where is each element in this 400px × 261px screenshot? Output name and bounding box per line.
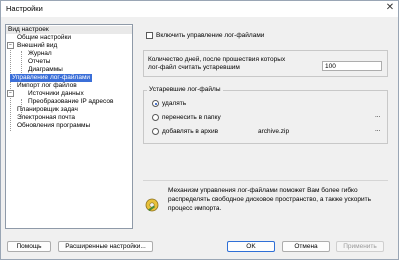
tree-line	[10, 45, 11, 131]
radio-archive-label: добавлять в архив	[162, 128, 219, 135]
radio-move[interactable]	[152, 114, 159, 121]
enable-log-management-checkbox[interactable]	[146, 32, 153, 39]
cancel-button[interactable]: Отмена	[282, 241, 330, 252]
expander-minus-icon[interactable]: −	[7, 42, 14, 49]
tree-item-updates[interactable]: Обновления программы	[15, 122, 92, 130]
archive-browse-button[interactable]: ...	[375, 126, 380, 133]
radio-move-label: перенесить в папку	[162, 114, 221, 121]
enable-log-management-label: Включить управление лог-файлами	[156, 32, 265, 39]
tree-item-reports[interactable]: Отчеты	[26, 58, 52, 66]
tree-item-ip-conversion[interactable]: Преобразование IP адресов	[26, 98, 115, 106]
move-browse-button[interactable]: ...	[375, 112, 380, 119]
tree-item-settings-view[interactable]: Вид настроек	[6, 26, 132, 34]
tree-item-appearance[interactable]: Внешний вид	[15, 42, 59, 50]
info-line3: процесс импорта.	[168, 205, 222, 212]
radio-archive[interactable]	[152, 128, 159, 135]
advanced-settings-button[interactable]: Расширенные настройки...	[58, 241, 153, 252]
archive-name-field[interactable]: archive.zip	[258, 128, 289, 135]
tree-item-general[interactable]: Общие настройки	[15, 34, 73, 42]
tree-item-log-import[interactable]: Импорт лог файлов	[15, 82, 79, 90]
apply-button[interactable]: Применить	[336, 241, 384, 252]
outdated-logs-group-title: Устаревшие лог-файлы	[147, 86, 223, 93]
move-folder-input[interactable]	[256, 113, 372, 123]
tree-item-scheduler[interactable]: Планировщик задач	[15, 106, 80, 114]
title-bar	[1, 1, 398, 17]
ok-button[interactable]: OK	[227, 241, 275, 252]
tree-item-charts[interactable]: Диаграммы	[26, 66, 65, 74]
help-button[interactable]: Помощь	[7, 241, 51, 252]
tree-item-email[interactable]: Электронная почта	[15, 114, 77, 122]
tree-item-data-sources[interactable]: Источники данных	[26, 90, 86, 98]
days-label-line1: Количество дней, после прошествия которы…	[148, 56, 286, 63]
wrench-gear-icon	[145, 198, 159, 212]
settings-tree[interactable]: − − Вид настроек Общие настройки Внешний…	[5, 24, 133, 229]
tree-item-log-management[interactable]: Управление лог-файлами	[10, 74, 93, 82]
tree-line	[21, 51, 22, 75]
radio-delete[interactable]	[152, 100, 159, 107]
days-label-line2: лог-файл считать устаревшим	[148, 64, 240, 71]
expander-minus-icon[interactable]: −	[7, 90, 14, 97]
days-input[interactable]: 100	[322, 61, 382, 71]
tree-item-journal[interactable]: Журнал	[26, 50, 54, 58]
info-line2: распределять свободное дисковое простран…	[168, 196, 371, 203]
radio-delete-label: удалять	[162, 100, 187, 107]
close-icon[interactable]: ✕	[384, 2, 396, 14]
info-separator	[143, 180, 388, 181]
info-line1: Механизм управления лог-файлами поможет …	[168, 187, 358, 194]
window-title: Настройки	[6, 4, 43, 13]
